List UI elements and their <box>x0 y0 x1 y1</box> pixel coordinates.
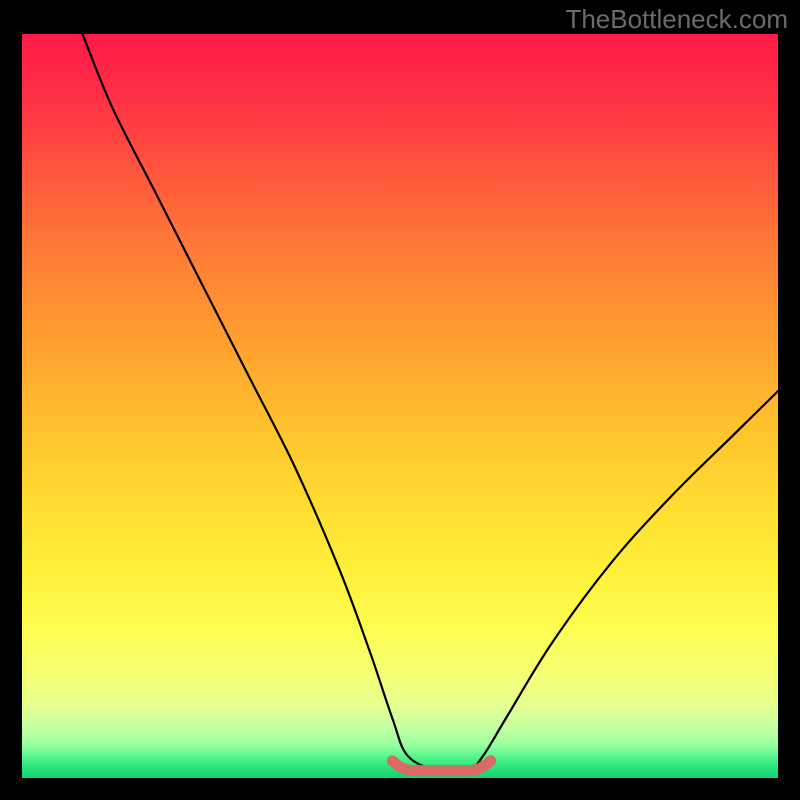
watermark-text: TheBottleneck.com <box>565 4 788 35</box>
bottleneck-curve <box>83 34 779 772</box>
plot-area <box>22 34 778 778</box>
optimal-zone-highlight <box>392 761 490 771</box>
bottleneck-curve-svg <box>22 34 778 778</box>
chart-frame: TheBottleneck.com <box>0 0 800 800</box>
